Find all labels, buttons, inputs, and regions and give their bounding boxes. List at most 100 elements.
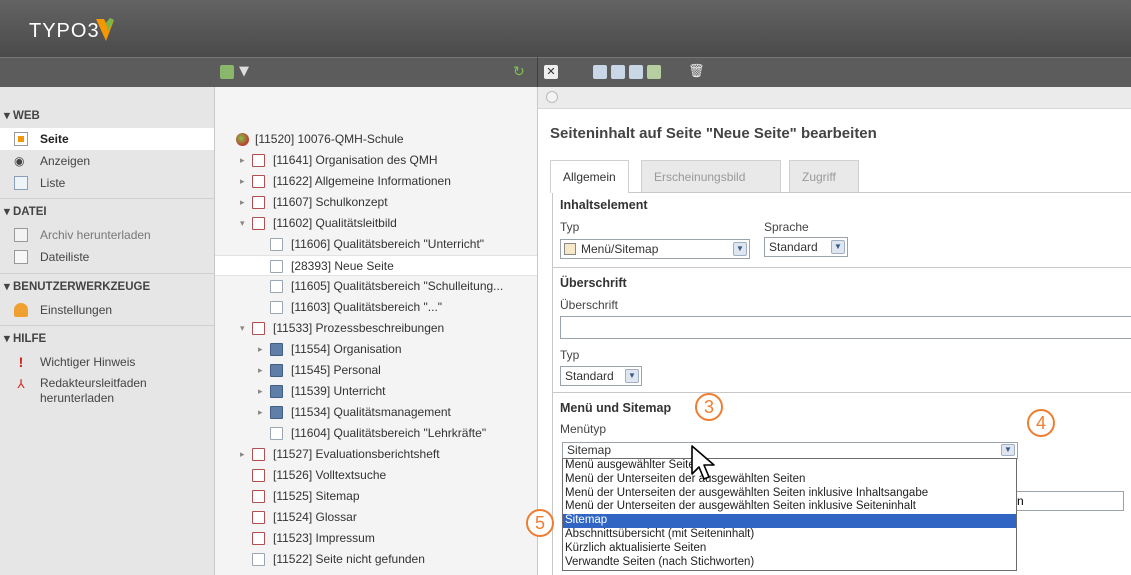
tree-node[interactable]: [11606] Qualitätsbereich "Unterricht"	[215, 234, 537, 255]
module-toolbar	[0, 57, 215, 87]
tree-node[interactable]: ▸ [11534] Qualitätsmanagement	[215, 402, 537, 423]
menu-type-dropdown[interactable]: Menü ausgewählter Seiten Menü der Unters…	[562, 458, 1017, 571]
tree-node[interactable]: ▸ [11554] Organisation	[215, 339, 537, 360]
module-group-hilfe[interactable]: ▾ HILFE	[4, 331, 46, 345]
language-select[interactable]: Standard ▼	[764, 237, 848, 257]
save-view-icon[interactable]	[611, 65, 625, 79]
menu-type-value: Sitemap	[567, 443, 612, 457]
save-close-icon[interactable]	[647, 65, 661, 79]
section-inhaltselement: Inhaltselement	[560, 198, 648, 212]
tree-node[interactable]: [11604] Qualitätsbereich "Lehrkräfte"	[215, 423, 537, 444]
dropdown-option[interactable]: Menü ausgewählter Seiten	[563, 459, 1016, 473]
tree-node[interactable]: [11605] Qualitätsbereich "Schulleitung..…	[215, 276, 537, 297]
header-type-select[interactable]: Standard ▼	[560, 366, 642, 386]
module-item-liste[interactable]: Liste	[0, 172, 214, 194]
typo3-backend: TYPO3 ▼ ↻ ✕ 🗑 ▾ WEB Seite ◉ Anzeigen Lis…	[0, 0, 1131, 575]
tree-node[interactable]: ▸ [11545] Personal	[215, 360, 537, 381]
page-icon	[252, 175, 265, 188]
module-item-leitfaden[interactable]: ⅄ Redakteursleitfaden herunterladen	[0, 373, 214, 407]
tree-node-label: [11534] Qualitätsmanagement	[291, 405, 451, 419]
module-menu: ▾ WEB Seite ◉ Anzeigen Liste ▾ DATEI Arc…	[0, 87, 215, 575]
tab-allgemein[interactable]: Allgemein	[550, 160, 629, 193]
typo3-logo-icon	[96, 18, 114, 41]
expand-icon[interactable]: ▸	[258, 360, 263, 381]
eye-icon: ◉	[14, 154, 25, 168]
tree-node[interactable]: [11523] Impressum	[215, 528, 537, 549]
callout-3: 3	[695, 393, 723, 421]
module-item-archiv[interactable]: Archiv herunterladen	[0, 224, 214, 246]
close-icon[interactable]: ✕	[544, 65, 558, 79]
tree-node-label: [28393] Neue Seite	[291, 259, 394, 273]
tree-node[interactable]: ▾ [11533] Prozessbeschreibungen	[215, 318, 537, 339]
tree-node[interactable]: [11524] Glossar	[215, 507, 537, 528]
tree-node-label: [11525] Sitemap	[273, 489, 360, 503]
module-item-einstellungen[interactable]: Einstellungen	[0, 299, 214, 321]
page-icon	[252, 196, 265, 209]
tree-node[interactable]: ▸ [11539] Unterricht	[215, 381, 537, 402]
tree-node[interactable]: ▸ [11622] Allgemeine Informationen	[215, 171, 537, 192]
content-type-select[interactable]: Menü/Sitemap ▼	[560, 239, 750, 259]
tree-node[interactable]: ▾ [11602] Qualitätsleitbild	[215, 213, 537, 234]
tree-node[interactable]: ▸ [11607] Schulkonzept	[215, 192, 537, 213]
expand-icon[interactable]: ▸	[258, 339, 263, 360]
refresh-icon[interactable]: ↻	[513, 65, 527, 79]
expand-icon[interactable]: ▸	[240, 150, 245, 171]
tab-erscheinungsbild[interactable]: Erscheinungsbild	[641, 160, 781, 192]
menutyp-label: Menütyp	[560, 422, 607, 436]
dropdown-option[interactable]: Kürzlich aktualisierte Seiten	[563, 542, 1016, 556]
module-group-datei[interactable]: ▾ DATEI	[4, 204, 47, 218]
menu-type-select[interactable]: Sitemap ▼	[562, 442, 1018, 459]
tree-node-root[interactable]: [11520] 10076-QMH-Schule	[215, 129, 537, 150]
expand-icon[interactable]: ▸	[258, 381, 263, 402]
pdf-icon: ⅄	[17, 377, 25, 391]
module-item-hinweis[interactable]: ! Wichtiger Hinweis	[0, 351, 214, 373]
delete-icon[interactable]: 🗑	[688, 65, 705, 79]
header-input[interactable]	[560, 316, 1131, 339]
dropdown-option[interactable]: Verwandte Seiten (nach Stichworten)	[563, 556, 1016, 570]
tree-node-label: [11545] Personal	[291, 363, 381, 377]
module-item-seite[interactable]: Seite	[0, 128, 214, 150]
users-icon	[14, 303, 28, 317]
tree-node[interactable]: [11603] Qualitätsbereich "..."	[215, 297, 537, 318]
module-group-web[interactable]: ▾ WEB	[4, 108, 40, 122]
ueberschrift-label: Überschrift	[560, 298, 619, 312]
tree-node[interactable]: [11526] Volltextsuche	[215, 465, 537, 486]
filter-icon[interactable]: ▼	[239, 65, 253, 79]
language-value: Standard	[769, 240, 818, 254]
save-new-icon[interactable]	[629, 65, 643, 79]
typo3-logo-text: TYPO3	[29, 20, 100, 42]
tree-node[interactable]: [11522] Seite nicht gefunden	[215, 549, 537, 570]
new-page-icon[interactable]	[220, 65, 234, 79]
module-item-dateiliste[interactable]: Dateiliste	[0, 246, 214, 268]
collapse-icon[interactable]: ▾	[240, 213, 245, 234]
pages-input[interactable]	[1012, 491, 1124, 511]
content-type-value: Menü/Sitemap	[581, 242, 659, 256]
save-icon[interactable]	[593, 65, 607, 79]
dropdown-option[interactable]: Menü der Unterseiten der ausgewählten Se…	[563, 473, 1016, 487]
page-icon	[270, 427, 283, 440]
info-icon	[546, 91, 558, 103]
user-page-icon	[270, 406, 283, 419]
module-group-benutzerwerkzeuge[interactable]: ▾ BENUTZERWERKZEUGE	[4, 279, 150, 293]
tree-node[interactable]: ▸ [11641] Organisation des QMH	[215, 150, 537, 171]
dropdown-option[interactable]: Abschnittsübersicht (mit Seiteninhalt)	[563, 528, 1016, 542]
dropdown-option-selected[interactable]: Sitemap	[563, 514, 1016, 528]
expand-icon[interactable]: ▸	[240, 192, 245, 213]
page-icon	[270, 260, 283, 273]
collapse-icon[interactable]: ▾	[240, 318, 245, 339]
tree-node[interactable]: [11525] Sitemap	[215, 486, 537, 507]
expand-icon[interactable]: ▸	[240, 444, 245, 465]
module-item-label: Wichtiger Hinweis	[40, 355, 136, 369]
module-item-anzeigen[interactable]: ◉ Anzeigen	[0, 150, 214, 172]
module-item-label: Liste	[40, 176, 66, 190]
tree-node[interactable]: ▸ [11527] Evaluationsberichtsheft	[215, 444, 537, 465]
dropdown-option[interactable]: Menü der Unterseiten der ausgewählten Se…	[563, 500, 1016, 514]
divider	[552, 267, 1131, 268]
callout-4: 4	[1027, 409, 1055, 437]
expand-icon[interactable]: ▸	[258, 402, 263, 423]
user-page-icon	[270, 385, 283, 398]
tab-zugriff[interactable]: Zugriff	[789, 160, 859, 192]
expand-icon[interactable]: ▸	[240, 171, 245, 192]
dropdown-option[interactable]: Menü der Unterseiten der ausgewählten Se…	[563, 487, 1016, 501]
tree-node-selected[interactable]: [28393] Neue Seite	[215, 255, 537, 276]
